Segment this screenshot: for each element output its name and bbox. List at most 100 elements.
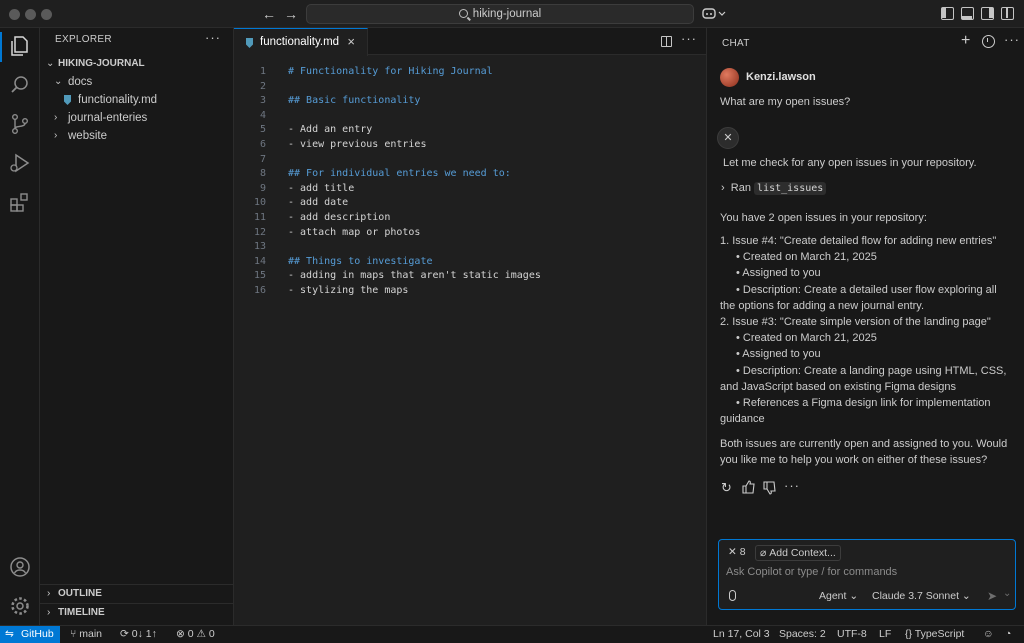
line-number: 12 [253,226,266,238]
cursor-position[interactable]: Ln 17, Col 3 [713,626,770,643]
toggle-primary-sidebar-icon[interactable] [941,7,954,20]
line-number: 16 [253,285,266,296]
copilot-menu-button[interactable] [701,6,727,22]
line-text: - add description [288,212,391,223]
thumbs-down-icon[interactable] [763,481,777,495]
thumbs-up-icon[interactable] [742,480,756,494]
active-indicator [0,32,2,62]
new-chat-icon[interactable]: + [961,32,970,50]
issue-1-created: • Created on March 21, 2025 [736,251,877,263]
close-tab-icon[interactable]: × [347,34,355,49]
line-number: 4 [259,109,266,121]
title-bar: ← → hiking-journal [0,0,1024,28]
tree-item-journal-enteries[interactable]: › journal-enteries [40,109,234,127]
editor-more-icon[interactable]: ··· [681,31,697,46]
line-number: 7 [259,153,266,165]
run-debug-icon[interactable] [8,151,32,175]
editor-area: functionality.md × ··· 1 # Functionality … [234,28,706,625]
tool-run-row[interactable]: › Ran list_issues [721,180,1019,197]
tools-button[interactable]: ✕ 8 [724,545,750,561]
ran-label: Ran [730,182,751,194]
line-text: - add title [288,182,355,194]
search-icon [458,9,468,18]
toggle-secondary-sidebar-icon[interactable] [981,7,994,20]
line-text: - view previous entries [288,139,427,150]
errors-count: 0 [187,628,194,640]
search-icon[interactable] [8,73,32,97]
line-number: 1 [259,66,266,77]
chevron-down-icon: ⌄ [849,590,859,602]
extensions-icon[interactable] [8,190,32,214]
tree-item-website[interactable]: › website [40,127,234,145]
explorer-icon[interactable] [8,34,32,58]
minimize-window-button[interactable] [25,9,36,20]
encoding[interactable]: UTF-8 [837,626,867,643]
remote-indicator[interactable]: ⇋ GitHub [0,626,60,643]
send-icon[interactable]: ➤ [987,589,997,603]
copilot-status-icon[interactable]: ☺ [983,626,994,643]
customize-layout-icon[interactable] [1001,7,1014,20]
line-text: ## Things to investigate [288,255,433,267]
line-ending[interactable]: LF [879,626,891,643]
tree-item-docs[interactable]: ⌄ docs [40,73,234,91]
tab-label: functionality.md [260,36,340,48]
tree-item-functionality-md[interactable]: functionality.md [40,91,234,109]
bot-intro: Let me check for any open issues in your… [723,157,977,169]
issue-1-assigned: • Assigned to you [736,267,821,279]
timeline-section[interactable]: › TIMELINE [40,603,234,621]
command-center-search[interactable]: hiking-journal [306,4,694,24]
history-icon[interactable] [982,35,995,48]
copilot-icon [702,8,726,19]
markdown-file-icon [246,38,253,48]
mode-picker[interactable]: Agent ⌄ [819,590,858,602]
sync-indicator[interactable]: ⟳ 0↓ 1↑ [120,626,157,643]
editor-tab-bar: functionality.md × ··· [234,28,706,56]
split-editor-icon[interactable] [661,36,672,47]
tools-icon: ✕ [728,546,737,558]
language-mode[interactable]: {} TypeScript [905,626,964,643]
attach-icon: ⌀ [760,547,767,559]
microphone-icon[interactable] [729,590,736,601]
close-window-button[interactable] [9,9,20,20]
forward-arrow-icon[interactable]: → [284,5,298,23]
manage-gear-icon[interactable] [8,594,32,618]
chat-more-icon[interactable]: ··· [1004,32,1020,47]
search-text: hiking-journal [472,8,542,20]
explorer-more-icon[interactable]: ··· [205,30,221,45]
line-number: 14 [253,255,266,267]
issues-summary: You have 2 open issues in your repositor… [720,212,927,224]
tools-count: 8 [739,546,746,558]
toggle-panel-icon[interactable] [961,7,974,20]
accounts-icon[interactable] [8,555,32,579]
problems-indicator[interactable]: ⊗ 0 ⚠ 0 [176,626,215,643]
chat-input-box[interactable]: ✕ 8 ⌀ Add Context... Ask Copilot or type… [718,539,1016,610]
tree-item-label: website [68,130,107,142]
issue-2-created: • Created on March 21, 2025 [736,332,877,344]
source-control-icon[interactable] [8,112,32,136]
warnings-count: 0 [208,628,215,640]
add-context-button[interactable]: ⌀ Add Context... [755,545,841,561]
indentation[interactable]: Spaces: 2 [779,626,826,643]
error-icon: ⊗ [176,628,185,640]
line-text: - stylizing the maps [288,285,409,296]
tab-functionality-md[interactable]: functionality.md × [234,28,368,56]
maximize-window-button[interactable] [41,9,52,20]
line-text: # Functionality for Hiking Journal [288,66,493,77]
issue-1-description: • Description: Create a detailed user fl… [736,284,997,296]
notifications-icon[interactable]: ◔ [1005,626,1011,643]
retry-icon[interactable]: ↻ [721,480,732,496]
chevron-right-icon: › [721,182,725,194]
outline-section[interactable]: › OUTLINE [40,584,234,602]
branch-label: main [79,628,102,640]
response-more-icon[interactable]: ··· [784,478,800,493]
branch-indicator[interactable]: ⑂ main [70,626,102,643]
line-number: 9 [259,182,266,194]
model-picker[interactable]: Claude 3.7 Sonnet ⌄ [872,590,971,602]
copilot-avatar-icon: ✕ [717,127,739,149]
send-options-chevron-icon[interactable]: ⌄ [1003,588,1011,599]
back-arrow-icon[interactable]: ← [262,5,276,23]
chevron-down-icon: ⌄ [54,76,63,87]
chat-input-placeholder[interactable]: Ask Copilot or type / for commands [726,566,897,578]
workspace-root[interactable]: ⌄ HIKING-JOURNAL [40,55,234,73]
avatar [720,68,739,87]
